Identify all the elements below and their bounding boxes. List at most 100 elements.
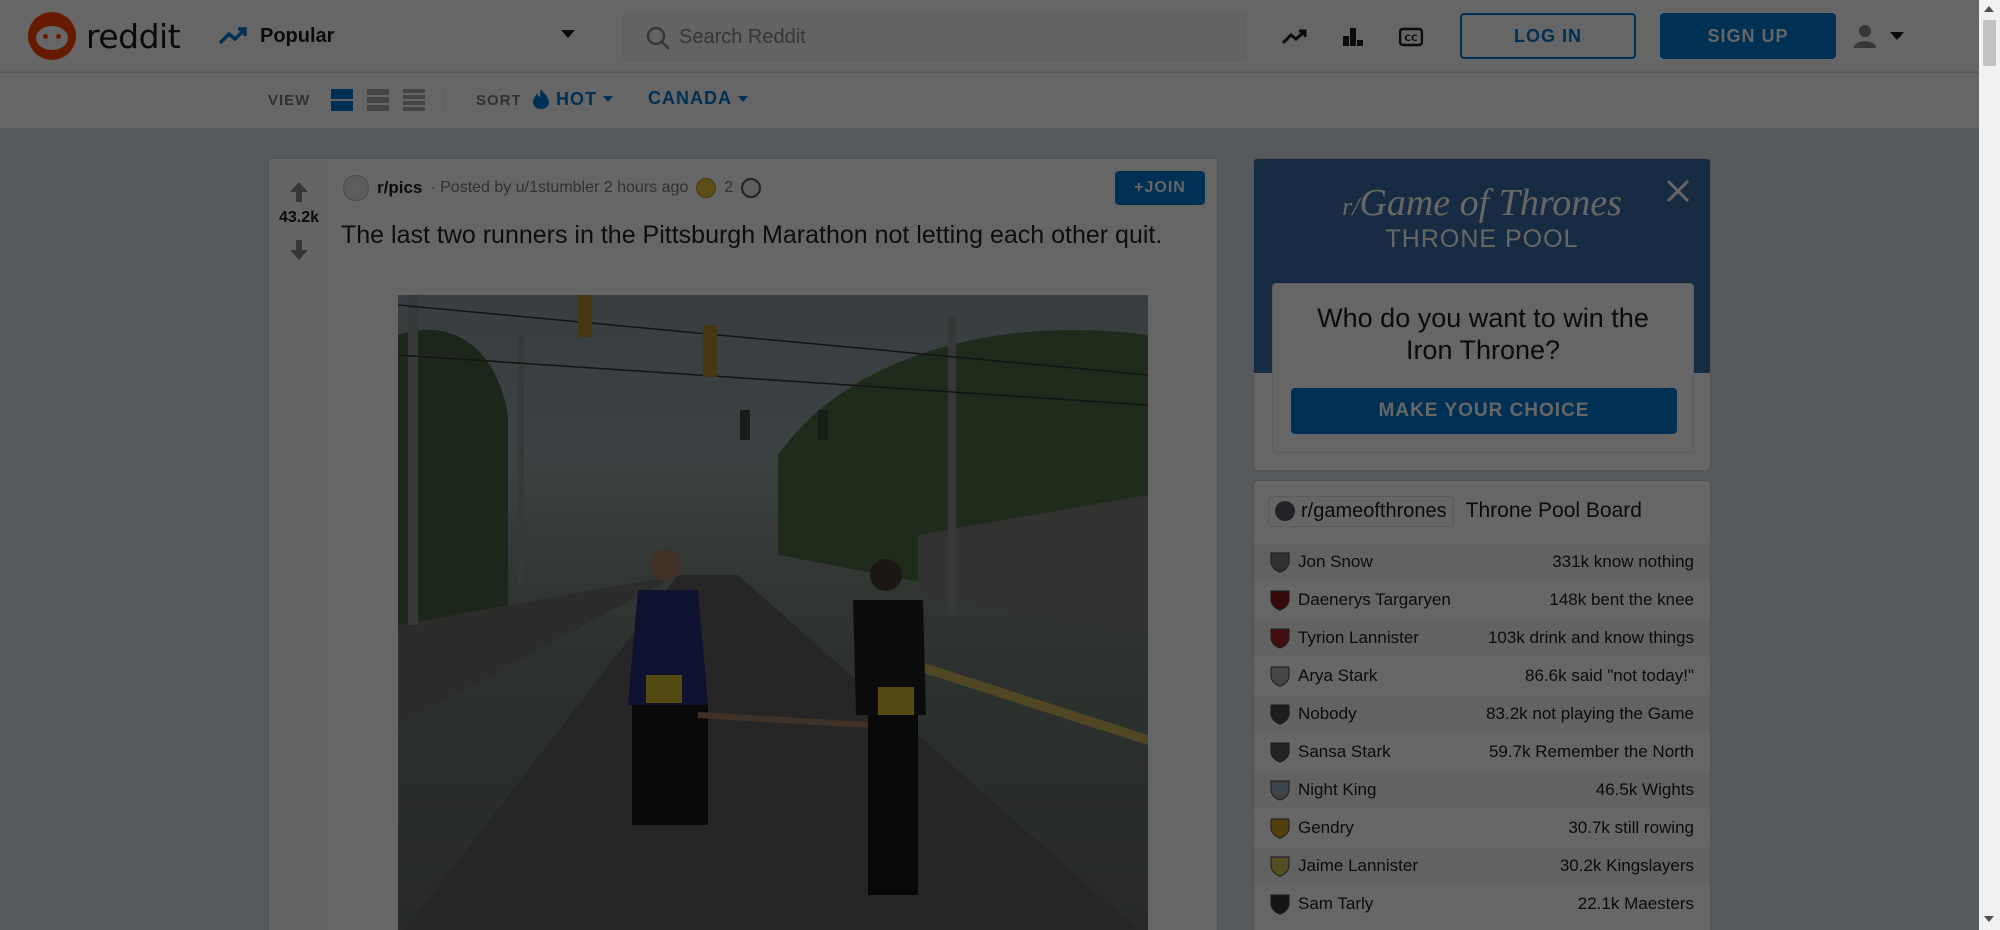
- reddit-logo[interactable]: reddit: [28, 12, 181, 60]
- scroll-up-icon[interactable]: [1984, 6, 1994, 12]
- make-choice-button[interactable]: MAKE YOUR CHOICE: [1291, 388, 1677, 434]
- house-shield-icon: [1270, 742, 1290, 763]
- award-icon: [696, 178, 717, 198]
- candidate-count: 331k know nothing: [1552, 552, 1694, 571]
- board-title: Throne Pool Board: [1465, 499, 1642, 522]
- throne-pool-board: r/gameofthrones Throne Pool Board Jon Sn…: [1253, 480, 1711, 930]
- post-title[interactable]: The last two runners in the Pittsburgh M…: [341, 219, 1201, 251]
- board-row[interactable]: Night King 46.5k Wights: [1254, 771, 1710, 809]
- sort-value: HOT: [556, 88, 597, 109]
- logo-text: reddit: [86, 16, 181, 56]
- subreddit-icon: [343, 175, 369, 201]
- house-shield-icon: [1270, 780, 1290, 801]
- board-row[interactable]: Jon Snow 331k know nothing: [1254, 543, 1710, 581]
- candidate-name: Nobody: [1298, 704, 1357, 723]
- subreddit-icon: [1275, 501, 1295, 521]
- candidate-name: Arya Stark: [1298, 666, 1378, 685]
- house-shield-icon: [1270, 552, 1290, 573]
- close-icon[interactable]: [1662, 175, 1694, 207]
- candidate-count: 83.2k not playing the Game: [1486, 704, 1694, 723]
- chevron-down-icon: [561, 30, 575, 38]
- signup-button[interactable]: SIGN UP: [1660, 13, 1836, 59]
- candidate-count: 103k drink and know things: [1487, 628, 1694, 647]
- divider: [444, 86, 445, 114]
- candidate-count: 148k bent the knee: [1549, 590, 1694, 609]
- downvote-icon[interactable]: [289, 239, 309, 261]
- board-list: Jon Snow 331k know nothing Daenerys Targar…: [1254, 543, 1710, 923]
- vote-column: 43.2k: [269, 159, 329, 930]
- candidate-count: 30.7k still rowing: [1568, 818, 1694, 837]
- throne-pool-question-box: Who do you want to win the Iron Throne? …: [1272, 283, 1694, 453]
- chevron-down-icon: [1890, 32, 1904, 40]
- scroll-thumb[interactable]: [1983, 20, 1996, 66]
- login-button[interactable]: LOG IN: [1460, 13, 1636, 59]
- board-row[interactable]: Gendry 30.7k still rowing: [1254, 809, 1710, 847]
- sort-dropdown[interactable]: HOT: [532, 88, 613, 110]
- location-dropdown[interactable]: CANADA: [648, 88, 748, 109]
- flame-icon: [533, 89, 549, 109]
- post-card[interactable]: 43.2k r/pics · Posted by u/1stumbler 2 h…: [268, 158, 1218, 930]
- house-shield-icon: [1270, 628, 1290, 649]
- trending-icon: [218, 27, 247, 45]
- candidate-name: Jaime Lannister: [1298, 856, 1419, 875]
- board-subreddit: r/gameofthrones: [1301, 499, 1447, 522]
- scroll-down-icon[interactable]: [1984, 916, 1994, 922]
- chevron-down-icon: [603, 96, 613, 102]
- board-subreddit-link[interactable]: r/gameofthrones: [1268, 495, 1454, 527]
- leaderboard-icon[interactable]: [1338, 22, 1368, 52]
- candidate-count: 30.2k Kingslayers: [1559, 856, 1694, 875]
- board-row[interactable]: Jaime Lannister 30.2k Kingslayers: [1254, 847, 1710, 885]
- candidate-count: 86.6k said "not today!": [1525, 666, 1694, 685]
- posted-by: · Posted by u/1stumbler 2 hours ago: [430, 179, 689, 196]
- throne-pool-card: r/Game of Thrones THRONE POOL Who do you…: [1253, 158, 1711, 471]
- post-image[interactable]: [398, 295, 1148, 930]
- upvote-icon[interactable]: [289, 181, 309, 203]
- sort-label: SORT: [476, 92, 522, 109]
- user-icon: [1854, 25, 1876, 48]
- chevron-down-icon: [738, 95, 748, 102]
- got-subtitle: THRONE POOL: [1385, 225, 1579, 253]
- award-count: 2: [724, 179, 734, 196]
- scrollbar[interactable]: [1979, 0, 2000, 930]
- candidate-count: 59.7k Remember the North: [1488, 742, 1694, 761]
- card-view-button[interactable]: [330, 88, 354, 112]
- candidate-name: Daenerys Targaryen: [1298, 590, 1451, 609]
- search-input[interactable]: [679, 25, 1219, 49]
- post-meta: r/pics · Posted by u/1stumbler 2 hours a…: [343, 175, 762, 201]
- got-title: r/Game of Thrones: [1254, 181, 1710, 225]
- board-row[interactable]: Nobody 83.2k not playing the Game: [1254, 695, 1710, 733]
- board-row[interactable]: Arya Stark 86.6k said "not today!": [1254, 657, 1710, 695]
- got-title-prefix: r/: [1342, 192, 1360, 221]
- vote-count: 43.2k: [278, 209, 320, 226]
- feed-label: Popular: [260, 24, 335, 47]
- classic-view-button[interactable]: [366, 88, 390, 112]
- got-title-text: Game of Thrones: [1359, 182, 1622, 224]
- board-row[interactable]: Sam Tarly 22.1k Maesters: [1254, 885, 1710, 923]
- candidate-name: Tyrion Lannister: [1298, 628, 1419, 647]
- house-shield-icon: [1270, 590, 1290, 611]
- board-row[interactable]: Sansa Stark 59.7k Remember the North: [1254, 733, 1710, 771]
- board-row[interactable]: Tyrion Lannister 103k drink and know thin…: [1254, 619, 1710, 657]
- join-button[interactable]: +JOIN: [1115, 171, 1205, 205]
- house-shield-icon: [1270, 704, 1290, 725]
- feed-selector[interactable]: Popular: [218, 16, 583, 56]
- search-bar[interactable]: [622, 13, 1246, 61]
- board-row[interactable]: Daenerys Targaryen 148k bent the knee: [1254, 581, 1710, 619]
- subreddit-link[interactable]: r/pics: [377, 178, 422, 198]
- house-shield-icon: [1270, 666, 1290, 687]
- view-label: VIEW: [268, 92, 311, 109]
- throne-question: Who do you want to win the Iron Throne?: [1317, 303, 1649, 365]
- candidate-name: Jon Snow: [1298, 552, 1373, 571]
- house-shield-icon: [1270, 894, 1290, 915]
- compact-view-button[interactable]: [402, 88, 426, 112]
- coins-icon[interactable]: CC: [1396, 22, 1426, 52]
- reddit-alien-icon: [28, 12, 76, 60]
- candidate-name: Sam Tarly: [1298, 894, 1374, 913]
- house-shield-icon: [1270, 856, 1290, 877]
- candidate-count: 46.5k Wights: [1595, 780, 1694, 799]
- trending-icon[interactable]: [1280, 22, 1310, 52]
- house-shield-icon: [1270, 818, 1290, 839]
- svg-text:CC: CC: [1404, 34, 1418, 44]
- board-header: r/gameofthrones Throne Pool Board: [1268, 491, 1642, 531]
- user-menu[interactable]: [1852, 18, 1912, 54]
